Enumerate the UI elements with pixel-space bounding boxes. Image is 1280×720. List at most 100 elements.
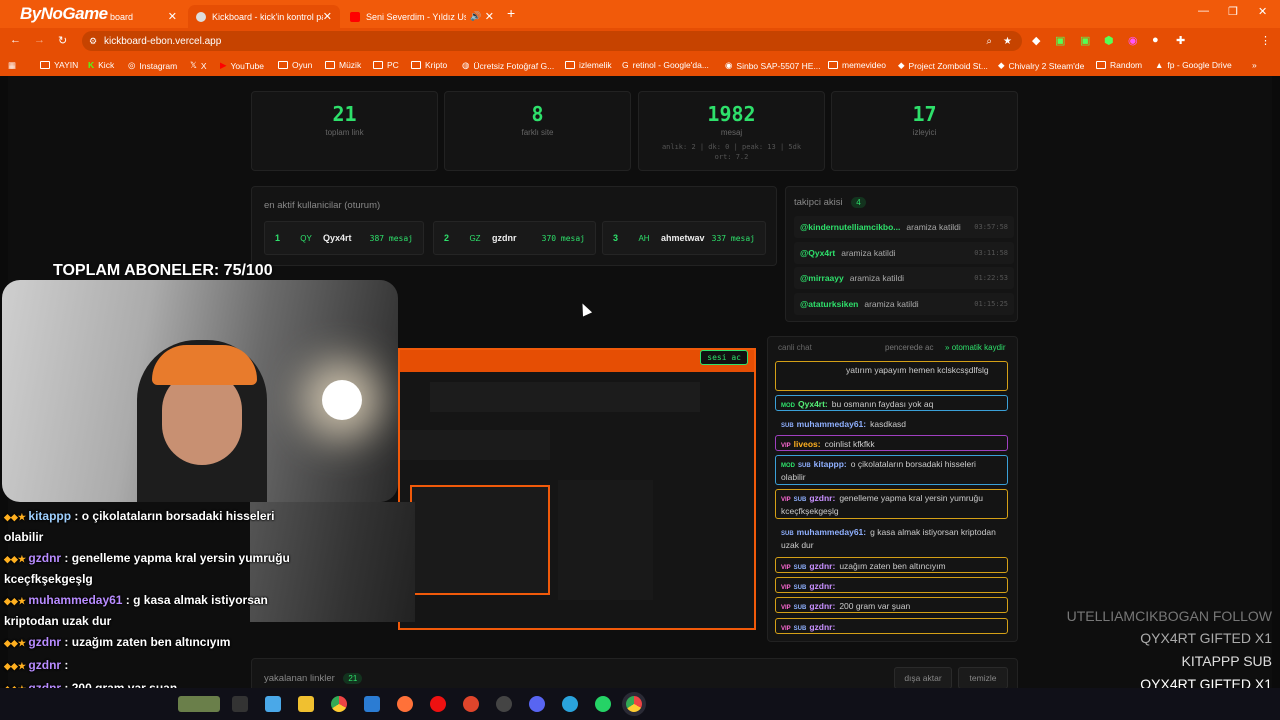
chat-username[interactable]: muhammeday61: [797,527,866,537]
chat-message: VIP SUB gzdnr: 200 gram var şuan [775,597,1008,613]
bookmark-random[interactable]: Random [1096,60,1142,70]
alert-item: KITAPPP SUB [1181,653,1272,669]
clear-button[interactable]: temizle [958,667,1008,689]
sound-on-button[interactable]: sesi ac [700,350,748,365]
chrome-icon[interactable] [331,696,347,712]
folder-icon [828,61,838,69]
back-icon[interactable]: ← [10,34,21,46]
bookmark-fp[interactable]: ▲ fp - Google Drive [1155,60,1232,70]
copilot-icon[interactable] [265,696,281,712]
bookmark-kick[interactable]: K Kick [88,60,114,70]
bookmark-memevideo[interactable]: memevideo [828,60,886,70]
autoscroll-toggle[interactable]: » otomatik kaydir [945,343,1005,352]
app-icon[interactable] [463,696,479,712]
chat-username[interactable]: gzdnr: [809,493,835,503]
chat-username[interactable]: gzdnr: [809,561,835,571]
follow-item: @ataturksiken aramiza katildi 01:15:25 [794,293,1014,315]
bookmark-oyun[interactable]: Oyun [278,60,312,70]
close-icon[interactable]: ✕ [485,10,494,23]
chat-username[interactable]: Qyx4rt: [798,399,828,409]
apps-icon[interactable]: ▦ [8,60,16,71]
badge-sub: SUB [793,605,807,611]
tab-board[interactable]: board ✕ [0,5,185,28]
opera-icon[interactable] [430,696,446,712]
bookmark-chivalry[interactable]: ◆ Chivalry 2 Steam'de [998,60,1084,71]
extension-icon[interactable]: ◆ [1032,34,1040,47]
extension-icon[interactable]: ● [1152,34,1159,46]
close-icon[interactable]: ✕ [323,10,332,23]
badge-vip: VIP [781,443,791,449]
badge-sub: SUB [793,497,807,503]
zoom-icon[interactable]: ⌕ [986,36,992,47]
extension-icon[interactable]: ▣ [1080,34,1090,47]
discord-icon[interactable] [529,696,545,712]
follow-item: @Qyx4rt aramiza katildi 03:11:58 [794,242,1014,264]
bookmark-instagram[interactable]: ◎ Instagram [128,60,177,71]
subs-goal: TOPLAM ABONELER: 75/100 [53,262,273,279]
extension-icon[interactable]: ⬢ [1104,34,1114,47]
chat-username[interactable]: kitappp: [814,459,847,469]
obs-icon[interactable] [496,696,512,712]
minimize-button[interactable]: — [1198,5,1209,17]
google-icon: G [622,60,629,70]
popout-button[interactable]: pencerede ac [885,343,933,352]
bookmark-zomboid[interactable]: ◆ Project Zomboid St... [898,60,988,71]
active-user-item[interactable]: 3 AH ahmetwav 337 mesaj [602,221,766,255]
tab-youtube[interactable]: Seni Severdim - Yıldız Usmo🔊✕ [342,5,502,28]
game-icon[interactable] [178,696,220,712]
bookmark-sinbo[interactable]: ◉ Sinbo SAP-5507 HE... [725,60,821,71]
bookmark-kripto[interactable]: Kripto [411,60,447,70]
export-button[interactable]: dışa aktar [894,667,952,689]
close-window-button[interactable]: ✕ [1258,5,1267,18]
bookmark-youtube[interactable]: ▶ YouTube [220,60,264,71]
badge-sub: SUB [793,565,807,571]
reload-icon[interactable]: ↻ [58,34,67,47]
extension-icon[interactable]: ◉ [1128,34,1138,47]
youtube-icon: ▶ [220,60,227,70]
puzzle-icon[interactable]: ✚ [1176,34,1185,47]
menu-icon[interactable]: ⋮ [1260,34,1271,47]
photo-icon: ◍ [462,60,470,70]
whatsapp-icon[interactable] [595,696,611,712]
tab-kickboard[interactable]: Kickboard - kick'in kontrol pan ✕ [188,5,340,28]
outlook-icon[interactable] [364,696,380,712]
chrome-active-icon[interactable] [626,696,642,712]
more-bookmarks-icon[interactable]: » [1252,60,1257,70]
bookmark-pc[interactable]: PC [373,60,399,70]
firefox-icon[interactable] [397,696,413,712]
chat-message: SUB muhammeday61: g kasa almak istiyorsan … [775,523,1008,553]
bookmark-x[interactable]: 𝕏X [190,60,207,71]
new-tab-button[interactable]: + [507,5,515,21]
close-icon[interactable]: ✕ [168,10,177,23]
section-title: takipci akisi 4 [794,197,866,208]
telegram-icon[interactable] [562,696,578,712]
chat-username[interactable]: gzdnr: [809,622,835,632]
active-user-item[interactable]: 1 QY Qyx4rt 387 mesaj [264,221,424,255]
active-user-item[interactable]: 2 GZ gzdnr 370 mesaj [433,221,596,255]
bookmark-foto[interactable]: ◍ Ücretsiz Fotoğraf G... [462,60,554,71]
stream-preview[interactable]: sesi ac [398,348,756,630]
bookmark-muzik[interactable]: Müzik [325,60,361,70]
preview-nested [410,485,550,595]
chat-username[interactable]: gzdnr: [809,581,835,591]
steam-icon: ◆ [998,60,1005,70]
extension-icon[interactable]: ▣ [1055,34,1065,47]
speaker-icon[interactable]: 🔊 [470,11,481,22]
site-info-icon[interactable]: ⚙ [89,36,97,47]
chat-username[interactable]: liveos: [794,439,821,449]
forward-icon[interactable]: → [34,34,45,46]
explorer-icon[interactable] [298,696,314,712]
bookmark-star-icon[interactable]: ★ [1003,36,1012,47]
bookmark-yayin[interactable]: YAYIN [40,60,78,70]
maximize-button[interactable]: ❐ [1228,5,1238,18]
bookmark-izlemelik[interactable]: izlemelik [565,60,612,70]
bookmark-retinol[interactable]: Gretinol - Google'da... [622,60,709,70]
chat-text: coinlist kfkfkk [824,439,875,449]
folder-icon [373,61,383,69]
chat-username[interactable]: gzdnr: [809,601,835,611]
globe-icon [196,11,206,22]
chat-username[interactable]: muhammeday61: [797,419,866,429]
address-bar[interactable]: ⚙ kickboard-ebon.vercel.app ⌕ ★ [82,31,1022,51]
task-view-icon[interactable] [232,696,248,712]
browser-toolbar: ← → ↻ ⚙ kickboard-ebon.vercel.app ⌕ ★ ◆ … [0,28,1280,54]
